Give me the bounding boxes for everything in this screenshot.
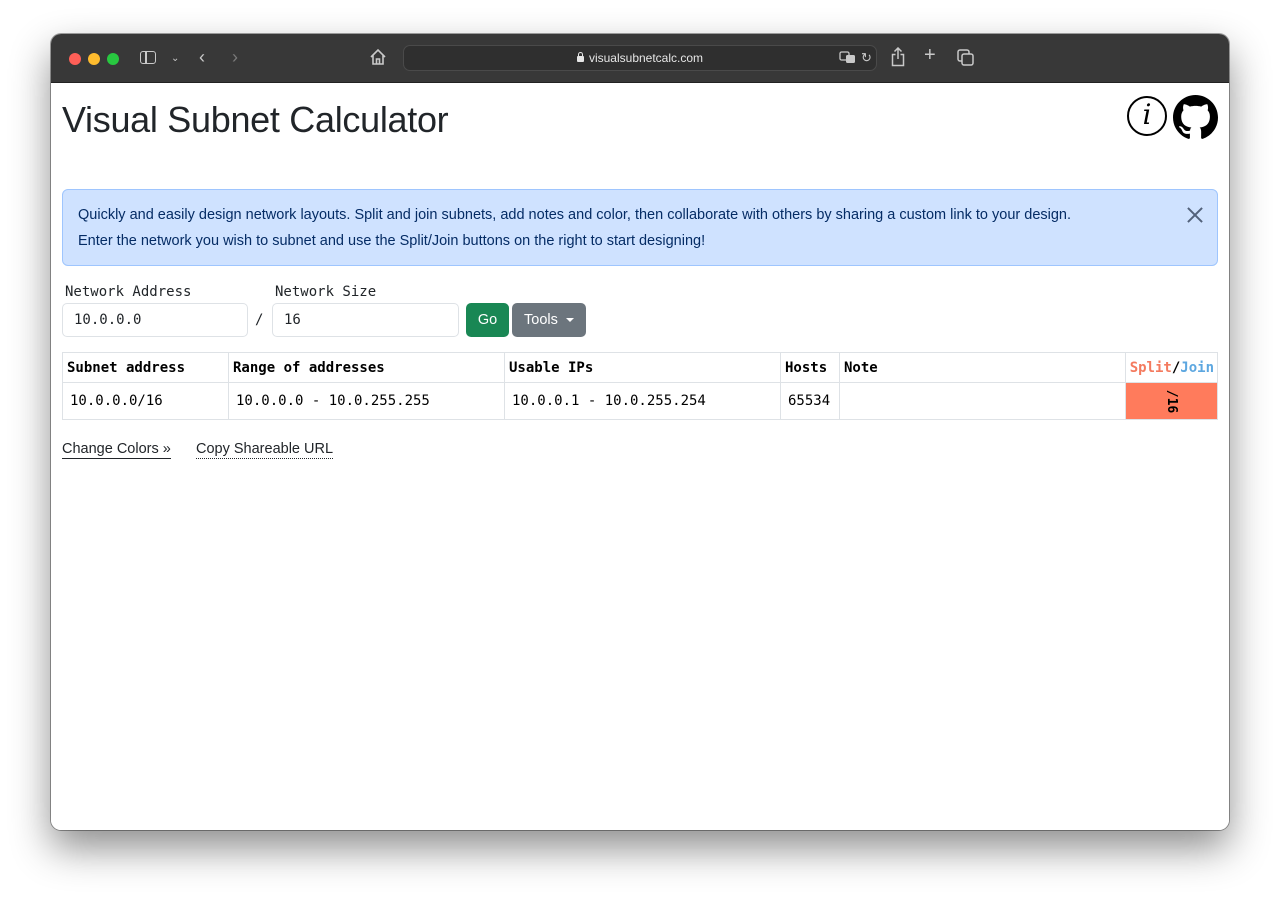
browser-window: ⌄ ‹ › visualsubnetcalc.com ↻ + Visual Su… <box>51 34 1229 830</box>
sidebar-icon[interactable] <box>140 51 156 64</box>
caret-down-icon <box>566 318 574 322</box>
header-range: Range of addresses <box>228 352 505 383</box>
close-window-button[interactable] <box>69 53 81 65</box>
github-icon[interactable] <box>1173 95 1218 140</box>
cell-note[interactable] <box>839 382 1126 420</box>
back-icon[interactable]: ‹ <box>199 48 205 66</box>
split-button[interactable]: /16 <box>1124 382 1219 420</box>
close-icon[interactable] <box>1185 205 1205 225</box>
reload-icon[interactable]: ↻ <box>861 50 872 66</box>
minimize-window-button[interactable] <box>88 53 100 65</box>
tabs-overview-icon[interactable] <box>957 49 975 71</box>
header-split-join: Split/Join <box>1125 352 1219 383</box>
tools-dropdown-button[interactable]: Tools <box>512 303 586 337</box>
header-note: Note <box>839 352 1126 383</box>
split-button-label: /16 <box>1163 389 1179 414</box>
forward-icon[interactable]: › <box>232 48 238 66</box>
network-address-label: Network Address <box>65 284 192 300</box>
translate-icon[interactable] <box>839 51 857 70</box>
network-address-input[interactable] <box>62 303 248 337</box>
tools-label: Tools <box>524 312 558 328</box>
header-hosts: Hosts <box>780 352 840 383</box>
alert-text-line1: Quickly and easily design network layout… <box>78 207 1072 223</box>
change-colors-link[interactable]: Change Colors » <box>62 441 171 459</box>
url-text: visualsubnetcalc.com <box>588 51 704 65</box>
subnet-table: Subnet address Range of addresses Usable… <box>62 352 1219 420</box>
go-button[interactable]: Go <box>466 303 509 337</box>
header-usable-ips: Usable IPs <box>504 352 781 383</box>
alert-text-line2: Enter the network you wish to subnet and… <box>78 233 706 249</box>
zoom-window-button[interactable] <box>107 53 119 65</box>
lock-icon <box>576 52 584 62</box>
network-size-input[interactable] <box>272 303 459 337</box>
cell-usable-ips: 10.0.0.1 - 10.0.255.254 <box>504 382 781 420</box>
cell-hosts: 65534 <box>780 382 840 420</box>
page-title: Visual Subnet Calculator <box>62 99 449 140</box>
header-subnet-address: Subnet address <box>62 352 229 383</box>
home-icon[interactable] <box>369 48 387 70</box>
network-size-label: Network Size <box>275 284 377 300</box>
cell-range: 10.0.0.0 - 10.0.255.255 <box>228 382 505 420</box>
share-icon[interactable] <box>891 46 905 71</box>
browser-toolbar: ⌄ ‹ › visualsubnetcalc.com ↻ + <box>51 34 1229 83</box>
network-separator: / <box>255 312 264 328</box>
address-bar[interactable]: visualsubnetcalc.com ↻ <box>403 45 877 71</box>
cell-subnet-address: 10.0.0.0/16 <box>62 382 229 420</box>
chevron-down-icon[interactable]: ⌄ <box>171 51 179 67</box>
table-row: 10.0.0.0/16 10.0.0.0 - 10.0.255.255 10.0… <box>62 382 1219 420</box>
copy-shareable-url-link[interactable]: Copy Shareable URL <box>196 441 334 459</box>
intro-alert: Quickly and easily design network layout… <box>62 189 1218 266</box>
join-label: Join <box>1180 359 1214 376</box>
page-content: Visual Subnet Calculator i Quickly and e… <box>51 83 1229 830</box>
info-icon[interactable]: i <box>1127 96 1167 136</box>
new-tab-icon[interactable]: + <box>924 45 936 65</box>
table-header-row: Subnet address Range of addresses Usable… <box>62 352 1219 383</box>
split-label: Split <box>1129 359 1172 376</box>
